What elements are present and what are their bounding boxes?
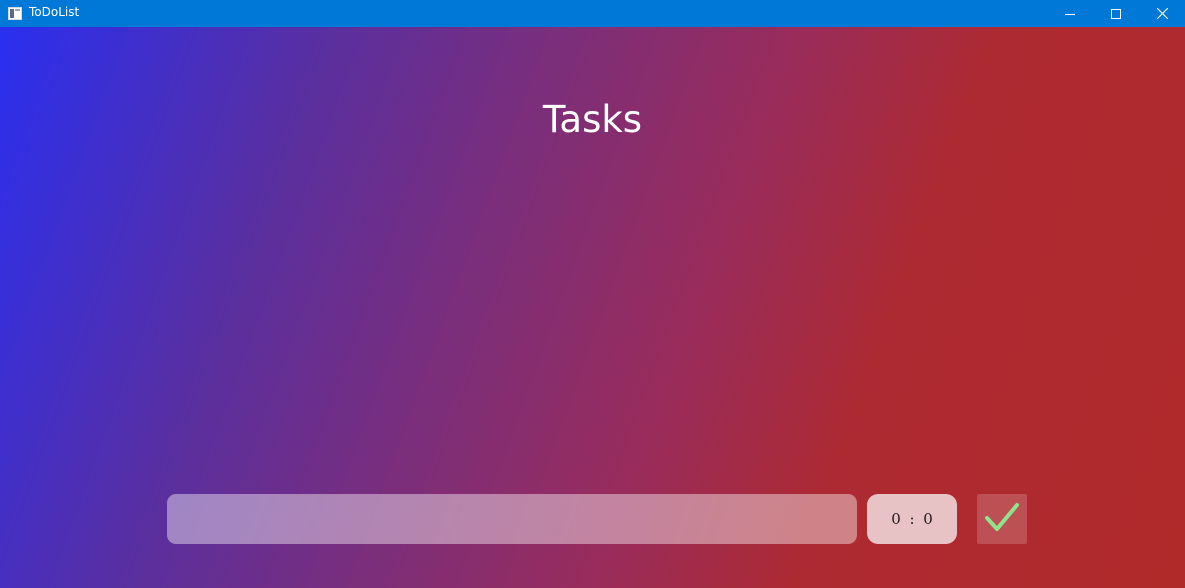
- time-picker[interactable]: 0 : 0: [867, 494, 957, 544]
- close-button[interactable]: [1139, 0, 1185, 27]
- task-input[interactable]: [167, 494, 857, 544]
- time-separator: :: [909, 510, 915, 528]
- minutes-field[interactable]: 0: [919, 510, 937, 528]
- app-window: ToDoList Tasks 0: 0: [0, 0, 1185, 588]
- close-icon: [1156, 4, 1168, 23]
- app-window-icon: [8, 5, 22, 20]
- window-title: ToDoList: [29, 5, 80, 19]
- add-task-button[interactable]: [977, 494, 1027, 544]
- title-bar[interactable]: ToDoList: [0, 0, 1185, 27]
- maximize-button[interactable]: [1093, 0, 1139, 27]
- checkmark-icon: [984, 501, 1020, 537]
- main-content: Tasks 0 : 0: [0, 27, 1185, 588]
- minimize-button[interactable]: [1047, 0, 1093, 27]
- maximize-icon: [1111, 4, 1121, 23]
- minimize-icon: [1065, 4, 1075, 23]
- hours-field[interactable]: 0: [887, 510, 905, 528]
- page-title: Tasks: [542, 98, 643, 141]
